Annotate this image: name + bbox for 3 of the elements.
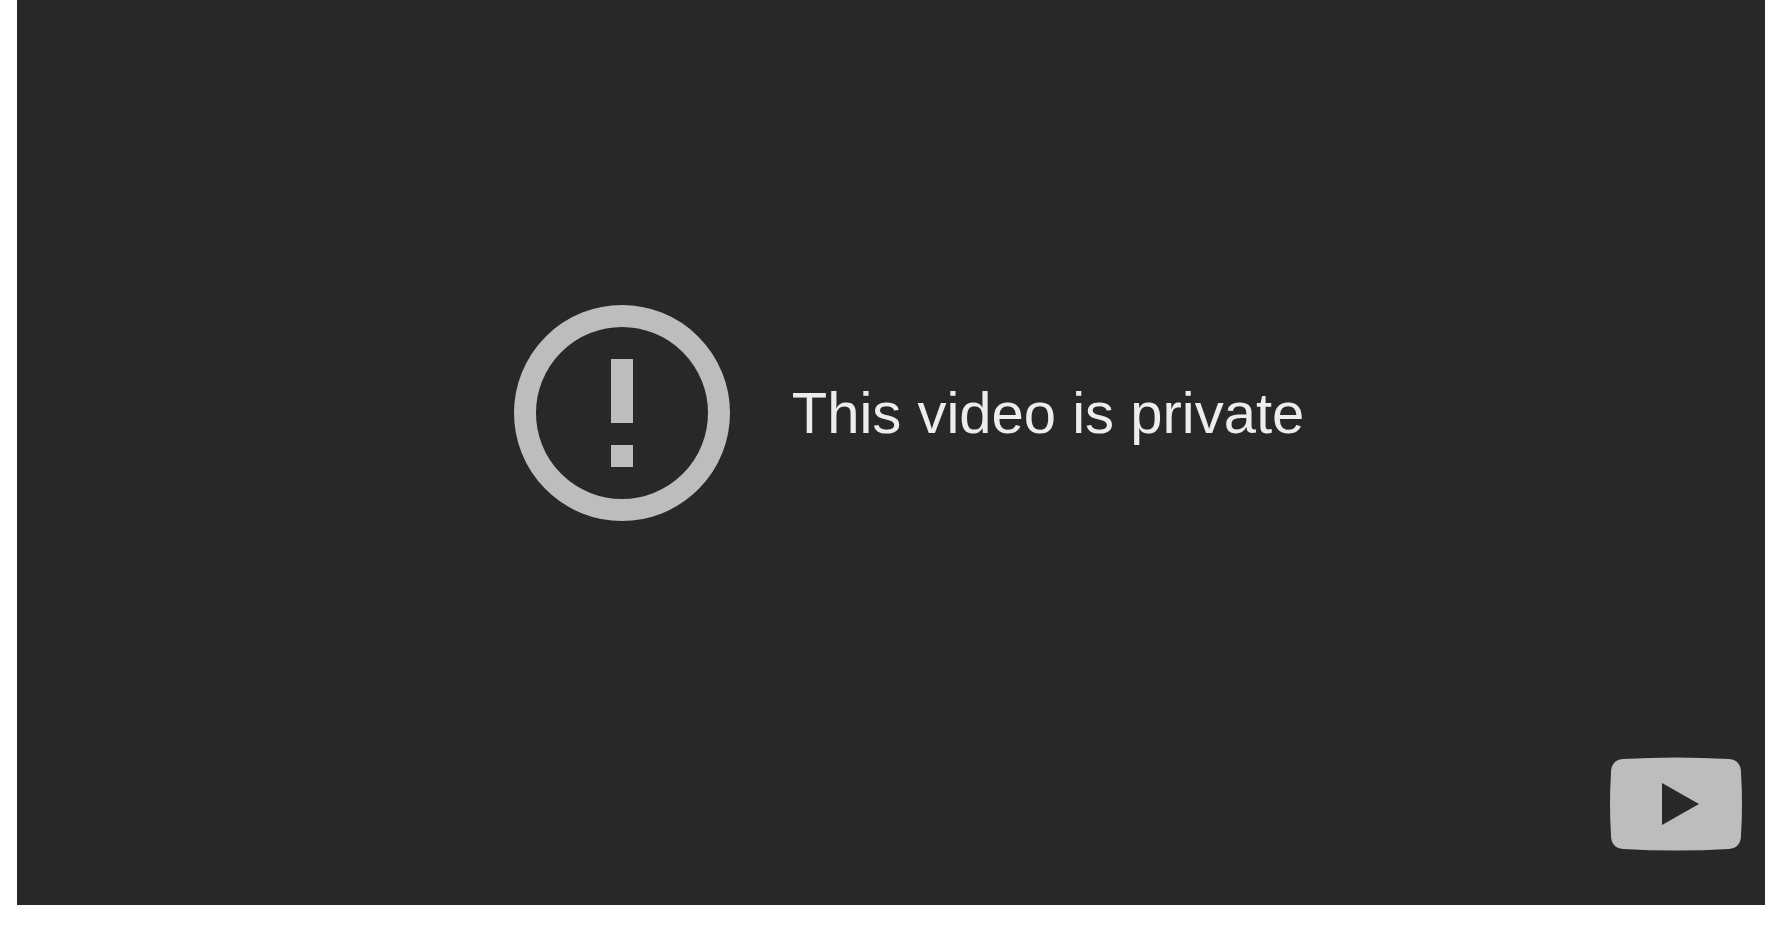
play-logo-icon[interactable] <box>1609 757 1743 851</box>
warning-icon <box>513 304 730 521</box>
error-message: This video is private <box>791 379 1305 446</box>
